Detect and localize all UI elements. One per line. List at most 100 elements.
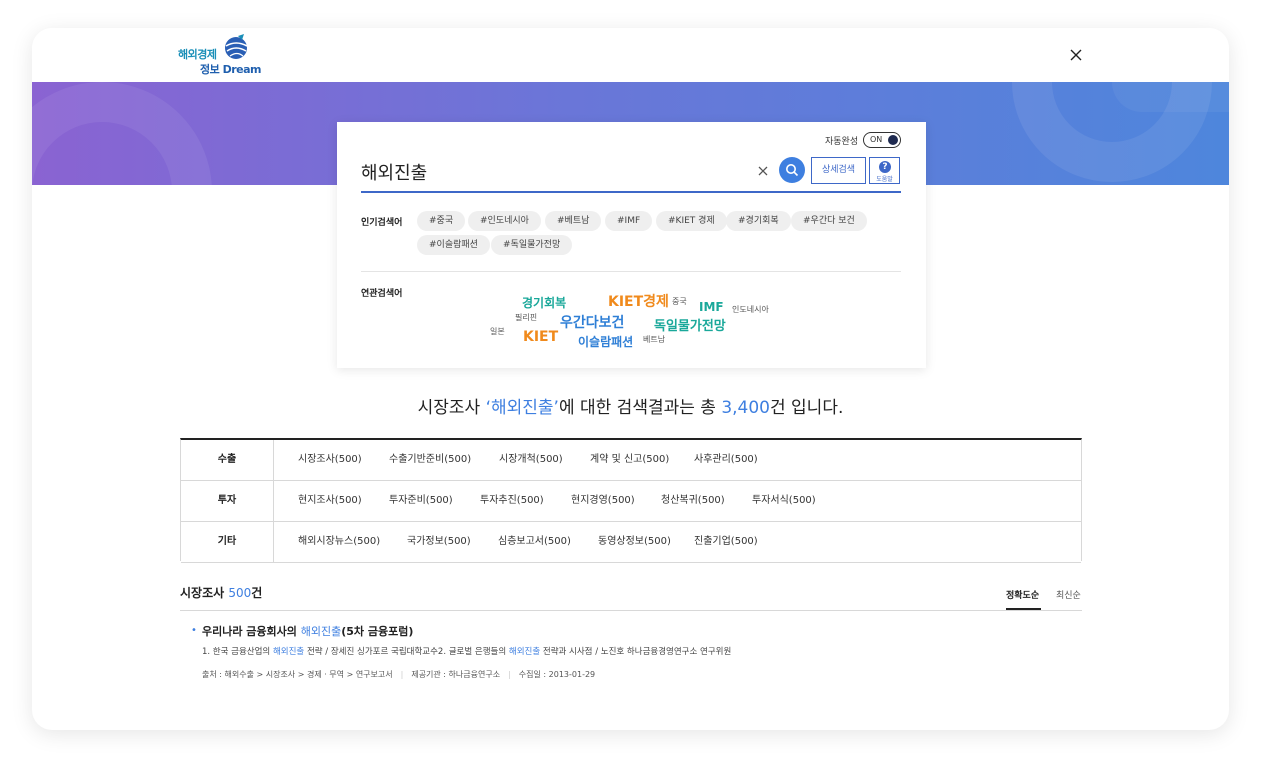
sort-newest-tab[interactable]: 최신순 [1056, 588, 1081, 601]
category-link[interactable]: 동영상정보(500) [598, 522, 671, 562]
category-link[interactable]: 진출기업(500) [694, 522, 758, 562]
popular-tag[interactable]: #경기회복 [726, 211, 791, 231]
meta-separator: | [400, 670, 404, 679]
category-link[interactable]: 투자서식(500) [752, 481, 816, 521]
section-title-text: 시장조사 [180, 586, 229, 600]
desc-highlight: 해외진출 [272, 647, 305, 657]
popular-tag[interactable]: #독일물가전망 [491, 235, 573, 255]
summary-query: ‘해외진출’ [485, 398, 559, 418]
close-button[interactable] [1066, 45, 1086, 65]
search-input[interactable]: 해외진출 [361, 159, 427, 185]
desc-part: 전략 / 장세진 싱가포르 국립대학교수2. 글로벌 은행들의 [304, 647, 509, 657]
auto-complete-label: 자동완성 [825, 137, 859, 147]
category-row: 기타 해외시장뉴스(500) 국가정보(500) 심층보고서(500) 동영상정… [181, 522, 1081, 563]
bullet-icon: • [191, 625, 197, 636]
top-bar: 해외경제 정보 Dream [32, 28, 1229, 82]
related-keywords-label: 연관검색어 [361, 289, 403, 299]
category-link[interactable]: 심층보고서(500) [498, 522, 571, 562]
category-link[interactable]: 현지조사(500) [298, 481, 362, 521]
related-keyword[interactable]: 이슬람패션 [578, 333, 633, 350]
panel-divider [361, 271, 901, 272]
category-link[interactable]: 현지경영(500) [571, 481, 635, 521]
category-link[interactable]: 계약 및 신고(500) [590, 440, 669, 480]
category-link[interactable]: 투자추진(500) [480, 481, 544, 521]
category-table: 수출 시장조사(500) 수출기반준비(500) 시장개척(500) 계약 및 … [180, 438, 1082, 563]
detail-search-button[interactable]: 상세검색 [811, 157, 866, 184]
related-keyword[interactable]: 인도네시아 [732, 304, 769, 315]
search-summary: 시장조사 ‘해외진출’에 대한 검색결과는 총 3,400건 입니다. [32, 393, 1229, 418]
logo-text-line2: 정보 Dream [200, 63, 261, 76]
desc-part: 1. 한국 금융산업의 [202, 647, 273, 657]
category-row: 수출 시장조사(500) 수출기반준비(500) 시장개척(500) 계약 및 … [181, 440, 1081, 481]
meta-provider: 제공기관 : 하나금융연구소 [411, 670, 501, 679]
summary-count: 3,400 [721, 398, 770, 418]
related-keyword[interactable]: KIET [523, 329, 558, 345]
logo-text-line1: 해외경제 [178, 48, 217, 61]
popular-tag[interactable]: #이슬람패션 [417, 235, 490, 255]
section-unit: 건 [251, 586, 263, 600]
popular-tag[interactable]: #IMF [605, 211, 653, 231]
toggle-state-text: ON [870, 135, 883, 144]
search-underline [361, 191, 901, 193]
sort-accuracy-tab[interactable]: 정확도순 [1006, 588, 1039, 601]
related-keyword[interactable]: 필리핀 [515, 312, 537, 323]
desc-highlight: 해외진출 [508, 647, 541, 657]
related-keyword[interactable]: 일본 [490, 326, 505, 337]
summary-prefix: 시장조사 [417, 398, 486, 418]
summary-suffix: 건 입니다. [770, 398, 844, 418]
related-keyword[interactable]: 우간다보건 [560, 312, 624, 332]
desc-part: 전략과 시사점 / 노진호 하나금융경영연구소 연구위원 [540, 647, 732, 657]
popular-tag[interactable]: #베트남 [545, 211, 602, 231]
related-keyword[interactable]: IMF [699, 300, 724, 314]
meta-separator: | [508, 670, 511, 679]
category-link[interactable]: 청산복귀(500) [661, 481, 725, 521]
toggle-knob [888, 135, 898, 145]
meta-date: 수집일 : 2013-01-29 [518, 670, 596, 679]
category-link[interactable]: 시장개척(500) [499, 440, 563, 480]
result-title-prefix: 우리나라 금융회사의 [202, 625, 301, 638]
search-window: 해외경제 정보 Dream 자동완성 ON 해외진출 상세검색 ? 도움말 인기… [32, 28, 1229, 730]
popular-tag[interactable]: #우간다 보건 [791, 211, 867, 231]
category-head: 투자 [181, 481, 274, 521]
result-description: 1. 한국 금융산업의 해외진출 전략 / 장세진 싱가포르 국립대학교수2. … [202, 645, 731, 657]
popular-keywords-label: 인기검색어 [361, 218, 403, 228]
result-title-link[interactable]: 우리나라 금융회사의 해외진출(5차 금융포럼) [202, 623, 413, 639]
related-keyword[interactable]: 독일물가전망 [654, 315, 726, 334]
category-link[interactable]: 사후관리(500) [694, 440, 758, 480]
banner-decoration [32, 82, 212, 185]
popular-tag[interactable]: #인도네시아 [468, 211, 541, 231]
list-divider [180, 610, 1082, 611]
popular-tag[interactable]: #KIET 경제 [656, 211, 727, 231]
related-keyword[interactable]: 베트남 [643, 334, 665, 345]
banner-decoration [1112, 82, 1229, 112]
search-icon [786, 164, 799, 177]
help-icon: ? [879, 161, 891, 173]
category-link[interactable]: 투자준비(500) [389, 481, 453, 521]
popular-tag[interactable]: #중국 [417, 211, 466, 231]
result-title-highlight: 해외진출 [300, 625, 342, 638]
meta-source: 출처 : 해외수출 > 시장조사 > 경제 · 무역 > 연구보고서 [202, 670, 393, 679]
related-keyword[interactable]: 경기회복 [522, 294, 566, 311]
auto-complete-toggle[interactable]: ON [863, 132, 901, 148]
related-keyword[interactable]: KIET경제 [608, 291, 669, 311]
help-label: 도움말 [876, 176, 893, 183]
result-meta: 출처 : 해외수출 > 시장조사 > 경제 · 무역 > 연구보고서 | 제공기관 … [202, 669, 595, 680]
close-icon [758, 166, 768, 176]
section-count: 500 [228, 586, 252, 600]
category-link[interactable]: 수출기반준비(500) [389, 440, 471, 480]
result-title-suffix: (5차 금융포럼) [341, 625, 414, 638]
site-logo[interactable]: 해외경제 정보 Dream [178, 34, 268, 76]
category-link[interactable]: 시장조사(500) [298, 440, 362, 480]
category-head: 기타 [181, 522, 274, 562]
search-button[interactable] [779, 157, 805, 183]
search-panel: 자동완성 ON 해외진출 상세검색 ? 도움말 인기검색어 #중국 #인도네시아… [337, 122, 926, 368]
section-title: 시장조사 500건 [180, 584, 262, 601]
globe-icon [225, 34, 248, 59]
category-row: 투자 현지조사(500) 투자준비(500) 투자추진(500) 현지경영(50… [181, 481, 1081, 522]
help-button[interactable]: ? 도움말 [869, 157, 900, 184]
category-link[interactable]: 해외시장뉴스(500) [298, 522, 380, 562]
clear-search-button[interactable] [756, 163, 770, 177]
category-head: 수출 [181, 440, 274, 480]
related-keyword[interactable]: 중국 [672, 296, 687, 307]
category-link[interactable]: 국가정보(500) [407, 522, 471, 562]
